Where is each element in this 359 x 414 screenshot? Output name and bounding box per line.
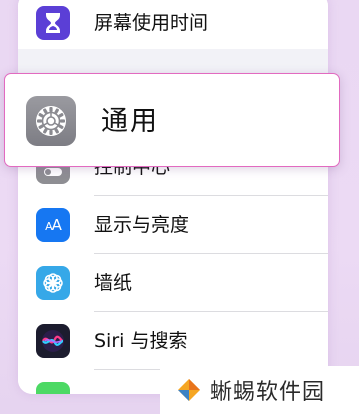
settings-row-general[interactable]: 通用 (4, 73, 340, 167)
settings-panel: 屏幕使用时间 控制中心 AA 显示与亮度 墙纸 Siri 与搜索 (18, 0, 328, 394)
watermark-logo-icon (178, 379, 200, 401)
siri-icon (36, 324, 70, 358)
watermark: 蜥蜴软件园 (160, 366, 359, 414)
general-label: 通用 (101, 106, 159, 137)
watermark-text: 蜥蜴软件园 (210, 380, 326, 405)
siri-label: Siri 与搜索 (94, 330, 188, 352)
settings-section-top: 屏幕使用时间 (18, 0, 328, 49)
hourglass-icon (36, 6, 70, 40)
settings-row-siri[interactable]: Siri 与搜索 (18, 312, 328, 370)
wallpaper-label: 墙纸 (94, 272, 133, 294)
settings-row-wallpaper[interactable]: 墙纸 (18, 254, 328, 312)
flower-icon (36, 266, 70, 300)
settings-row-screen-time[interactable]: 屏幕使用时间 (18, 0, 328, 49)
partial-icon (36, 382, 70, 394)
screen-time-label: 屏幕使用时间 (94, 12, 209, 34)
text-size-icon: AA (36, 208, 70, 242)
display-brightness-label: 显示与亮度 (94, 214, 190, 236)
gear-icon (26, 96, 76, 146)
settings-row-display-brightness[interactable]: AA 显示与亮度 (18, 196, 328, 254)
